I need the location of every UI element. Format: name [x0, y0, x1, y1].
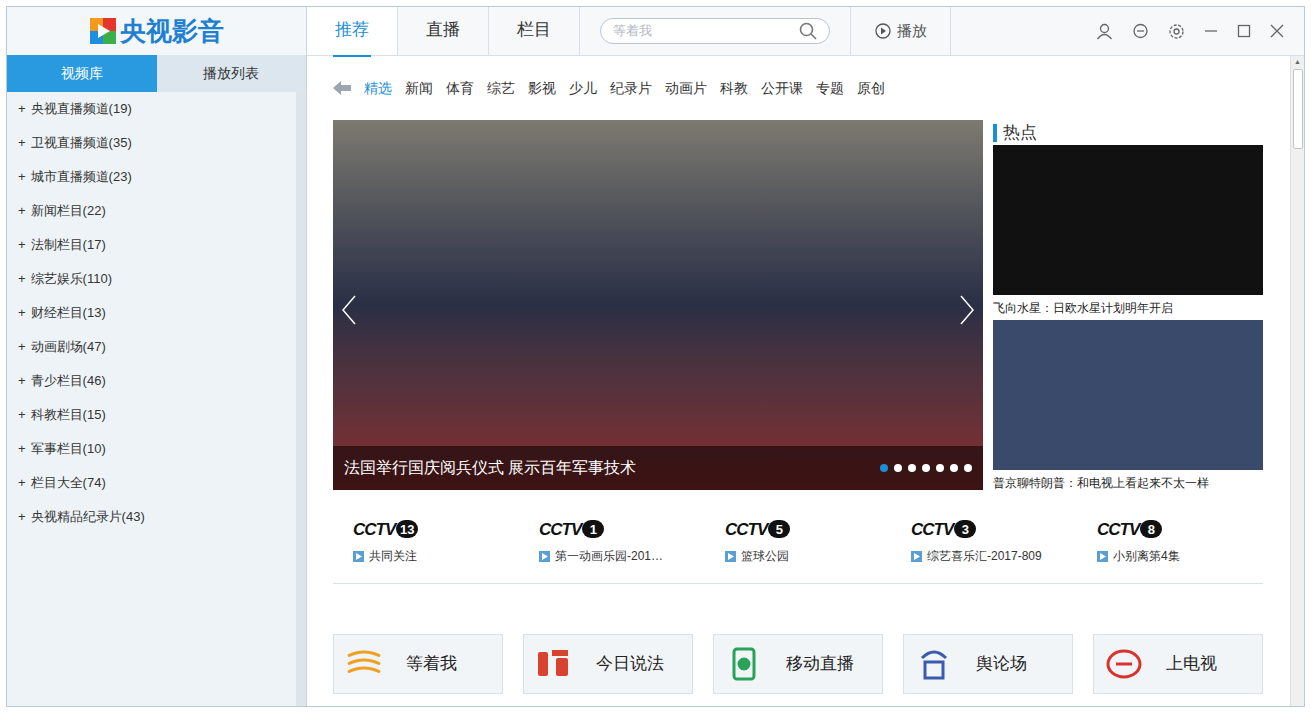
shortcut-card[interactable]: 移动直播 — [713, 634, 883, 694]
carousel-dot[interactable] — [964, 464, 972, 472]
top-tab[interactable]: 推荐 — [307, 7, 398, 55]
sidebar-item[interactable]: +卫视直播频道(35) — [7, 126, 296, 160]
carousel-dot[interactable] — [880, 464, 888, 472]
maximize-icon[interactable] — [1237, 24, 1251, 38]
category-link[interactable]: 少儿 — [569, 78, 597, 99]
sidebar-item[interactable]: +新闻栏目(22) — [7, 194, 296, 228]
sidebar-scrollbar[interactable] — [296, 92, 306, 706]
shortcut-icon — [534, 646, 574, 682]
carousel-dot[interactable] — [922, 464, 930, 472]
category-link[interactable]: 体育 — [446, 78, 474, 99]
category-link[interactable]: 专题 — [816, 78, 844, 99]
category-link[interactable]: 综艺 — [487, 78, 515, 99]
channel-logo: CCTV13 — [353, 519, 519, 539]
shortcut-icon — [344, 646, 384, 682]
carousel-dot[interactable] — [936, 464, 944, 472]
content: 精选新闻体育综艺影视少儿纪录片动画片科教公开课专题原创法国举行国庆阅兵仪式 展示… — [307, 56, 1290, 706]
channel-item[interactable]: CCTV8小别离第4集 — [1077, 519, 1263, 583]
minimize-icon[interactable] — [1204, 24, 1218, 38]
category-link[interactable]: 公开课 — [761, 78, 803, 99]
carousel-dot[interactable] — [894, 464, 902, 472]
sidebar-item[interactable]: +栏目大全(74) — [7, 466, 296, 500]
play-button[interactable]: 播放 — [851, 7, 951, 55]
sidebar-list: +央视直播频道(19)+卫视直播频道(35)+城市直播频道(23)+新闻栏目(2… — [7, 92, 296, 706]
channel-logo: CCTV1 — [539, 519, 705, 539]
settings-icon[interactable] — [1168, 23, 1185, 40]
sidebar-item[interactable]: +军事栏目(10) — [7, 432, 296, 466]
category-link[interactable]: 影视 — [528, 78, 556, 99]
channel-logo: CCTV8 — [1097, 519, 1263, 539]
sidebar-item[interactable]: +城市直播频道(23) — [7, 160, 296, 194]
category-nav: 精选新闻体育综艺影视少儿纪录片动画片科教公开课专题原创 — [333, 56, 1290, 120]
shortcut-row: 等着我今日说法移动直播舆论场上电视 — [333, 634, 1263, 694]
back-arrow-icon[interactable] — [333, 81, 351, 95]
next-arrow-icon[interactable] — [959, 295, 975, 325]
channel-logo: CCTV3 — [911, 519, 1077, 539]
shortcut-icon — [914, 646, 954, 682]
top-tab[interactable]: 栏目 — [489, 7, 580, 55]
play-small-icon — [727, 553, 734, 560]
sidebar-item[interactable]: +动画剧场(47) — [7, 330, 296, 364]
sidebar: 央视影音视频库播放列表+央视直播频道(19)+卫视直播频道(35)+城市直播频道… — [7, 7, 307, 706]
search-field[interactable]: 等着我 — [600, 18, 830, 44]
category-link[interactable]: 原创 — [857, 78, 885, 99]
message-icon[interactable] — [1132, 23, 1149, 40]
shortcut-card[interactable]: 今日说法 — [523, 634, 693, 694]
category-link[interactable]: 精选 — [364, 78, 392, 99]
logo-icon — [90, 18, 116, 44]
sidebar-tabs: 视频库播放列表 — [7, 55, 306, 92]
channel-item[interactable]: CCTV5篮球公园 — [705, 519, 891, 583]
content-scrollbar[interactable]: ▲ — [1290, 56, 1304, 706]
play-small-icon — [913, 553, 920, 560]
carousel-dot[interactable] — [908, 464, 916, 472]
category-link[interactable]: 纪录片 — [610, 78, 652, 99]
sidebar-item[interactable]: +央视精品纪录片(43) — [7, 500, 296, 534]
category-link[interactable]: 动画片 — [665, 78, 707, 99]
sidebar-tab[interactable]: 播放列表 — [157, 55, 307, 92]
app-logo: 央视影音 — [7, 7, 306, 55]
sidebar-item[interactable]: +财经栏目(13) — [7, 296, 296, 330]
sidebar-tab[interactable]: 视频库 — [7, 55, 157, 92]
category-link[interactable]: 科教 — [720, 78, 748, 99]
prev-arrow-icon[interactable] — [341, 295, 357, 325]
play-icon — [875, 23, 891, 39]
sidebar-item[interactable]: +综艺娱乐(110) — [7, 262, 296, 296]
carousel-caption: 法国举行国庆阅兵仪式 展示百年军事技术 — [344, 456, 880, 480]
sidebar-item[interactable]: +青少栏目(46) — [7, 364, 296, 398]
play-small-icon — [541, 553, 548, 560]
sidebar-item[interactable]: +法制栏目(17) — [7, 228, 296, 262]
channel-logo: CCTV5 — [725, 519, 891, 539]
search-icon[interactable] — [799, 22, 817, 40]
shortcut-card[interactable]: 舆论场 — [903, 634, 1073, 694]
play-small-icon — [355, 553, 362, 560]
hot-item[interactable]: 飞向水星：日欧水星计划明年开启 — [993, 145, 1263, 320]
channel-row: CCTV13共同关注CCTV1第一动画乐园-201…CCTV5篮球公园CCTV3… — [333, 495, 1263, 584]
hot-panel: 热点飞向水星：日欧水星计划明年开启普京聊特朗普：和电视上看起来不太一样 — [993, 120, 1263, 495]
channel-item[interactable]: CCTV13共同关注 — [333, 519, 519, 583]
close-icon[interactable] — [1270, 24, 1284, 38]
shortcut-card[interactable]: 等着我 — [333, 634, 503, 694]
shortcut-card[interactable]: 上电视 — [1093, 634, 1263, 694]
user-icon[interactable] — [1096, 23, 1113, 40]
carousel-dot[interactable] — [950, 464, 958, 472]
shortcut-icon — [724, 646, 764, 682]
sidebar-item[interactable]: +科教栏目(15) — [7, 398, 296, 432]
top-tab[interactable]: 直播 — [398, 7, 489, 55]
carousel[interactable]: 法国举行国庆阅兵仪式 展示百年军事技术 — [333, 120, 983, 490]
shortcut-icon — [1104, 646, 1144, 682]
sidebar-item[interactable]: +央视直播频道(19) — [7, 92, 296, 126]
app-window: 央视影音视频库播放列表+央视直播频道(19)+卫视直播频道(35)+城市直播频道… — [0, 0, 1311, 713]
channel-item[interactable]: CCTV1第一动画乐园-201… — [519, 519, 705, 583]
play-small-icon — [1099, 553, 1106, 560]
category-link[interactable]: 新闻 — [405, 78, 433, 99]
hot-item[interactable]: 普京聊特朗普：和电视上看起来不太一样 — [993, 320, 1263, 495]
channel-item[interactable]: CCTV3综艺喜乐汇-2017-809 — [891, 519, 1077, 583]
top-bar: 推荐直播栏目等着我播放 — [307, 7, 1304, 56]
